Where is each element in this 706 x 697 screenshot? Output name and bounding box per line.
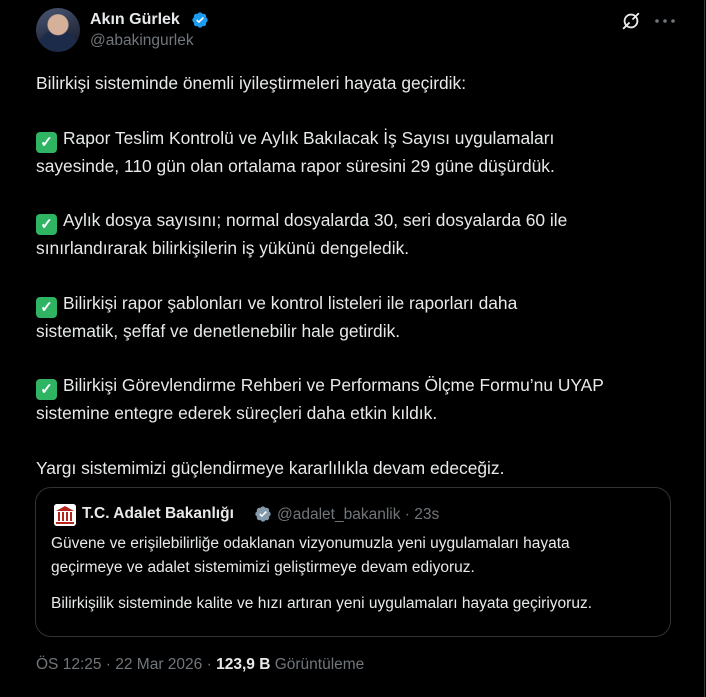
tweet-header: Akın Gürlek @abakingurlek — [36, 8, 696, 54]
views-count: 123,9 B — [216, 656, 271, 673]
tweet-point-4-line-2: sistemine entegre ederek süreçleri daha … — [36, 403, 438, 423]
quoted-line-2: geçirmeye ve adalet sistemimizi geliştir… — [51, 559, 475, 576]
tweet-point-1-text: Rapor Teslim Kontrolü ve Aylık Bakılacak… — [63, 127, 555, 148]
more-options-icon[interactable] — [653, 14, 677, 28]
quoted-author-name: T.C. Adalet Bakanlığı — [82, 505, 234, 522]
tweet-text: Bilirkişi sisteminde önemli iyileştirmel… — [36, 70, 676, 481]
tweet-detail: Akın Gürlek @abakingurlek Bilirkişi sist… — [0, 0, 705, 697]
verified-badge-icon — [255, 506, 271, 522]
tweet-point-3-line-2: sistematik, şeffaf ve denetlenebilir hal… — [36, 320, 401, 341]
tweet-meta: ÖS 12:25 · 22 Mar 2026 · 123,9 B Görüntü… — [36, 656, 364, 674]
tweet-point-4-line-1: ✓ Bilirkişi Görevlendirme Rehberi ve Perf… — [36, 372, 676, 400]
tweet-point-2-line-2: sınırlandırarak bilirkişilerin iş yükünü… — [36, 238, 410, 258]
tweet-point-1-line-2: sayesinde, 110 gün olan ortalama rapor s… — [36, 155, 555, 176]
author-handle[interactable]: @abakingurlek — [90, 32, 194, 50]
tweet-point-4-text: Bilirkişi Görevlendirme Rehberi ve Perfo… — [63, 375, 604, 395]
check-mark-icon: ✓ — [36, 296, 57, 318]
tweet-point-2-text: Aylık dosya sayısını; normal dosyalarda … — [63, 210, 568, 230]
quoted-author-handle-time: @adalet_bakanlik · 23s — [277, 506, 440, 523]
tweet-outro: Yargı sistemimizi güçlendirmeye kararlıl… — [36, 457, 505, 478]
quoted-tweet[interactable]: T.C. Adalet Bakanlığı @adalet_bakanlik ·… — [35, 487, 671, 637]
check-mark-icon: ✓ — [36, 131, 57, 153]
verified-badge-icon — [192, 12, 208, 28]
tweet-point-3-line-1: ✓ Bilirkişi rapor şablonları ve kontrol l… — [36, 290, 676, 318]
tweet-point-3-text: Bilirkişi rapor şablonları ve kontrol li… — [63, 292, 518, 313]
tweet-point-2-line-1: ✓ Aylık dosya sayısını; normal dosyalarda… — [36, 207, 676, 235]
quoted-line-1: Güvene ve erişilebilirliğe odaklanan viz… — [51, 535, 570, 552]
author-name[interactable]: Akın Gürlek — [90, 11, 180, 29]
tweet-timestamp[interactable]: ÖS 12:25 · 22 Mar 2026 — [36, 656, 202, 673]
tweet-intro: Bilirkişi sisteminde önemli iyileştirmel… — [36, 73, 467, 93]
meta-separator: · — [206, 656, 212, 673]
grok-icon[interactable] — [620, 10, 642, 32]
quoted-author-avatar[interactable] — [54, 504, 76, 526]
quoted-tweet-text: Güvene ve erişilebilirliğe odaklanan viz… — [51, 532, 661, 616]
check-mark-icon: ✓ — [36, 214, 57, 235]
tweet-point-1-line-1: ✓ Rapor Teslim Kontrolü ve Aylık Bakılaca… — [36, 125, 676, 153]
check-mark-icon: ✓ — [36, 379, 57, 400]
quoted-line-3: Bilirkişilik sisteminde kalite ve hızı a… — [51, 595, 592, 612]
views-label: Görüntüleme — [274, 656, 365, 673]
ministry-emblem-icon — [54, 504, 76, 526]
author-avatar[interactable] — [36, 8, 80, 52]
